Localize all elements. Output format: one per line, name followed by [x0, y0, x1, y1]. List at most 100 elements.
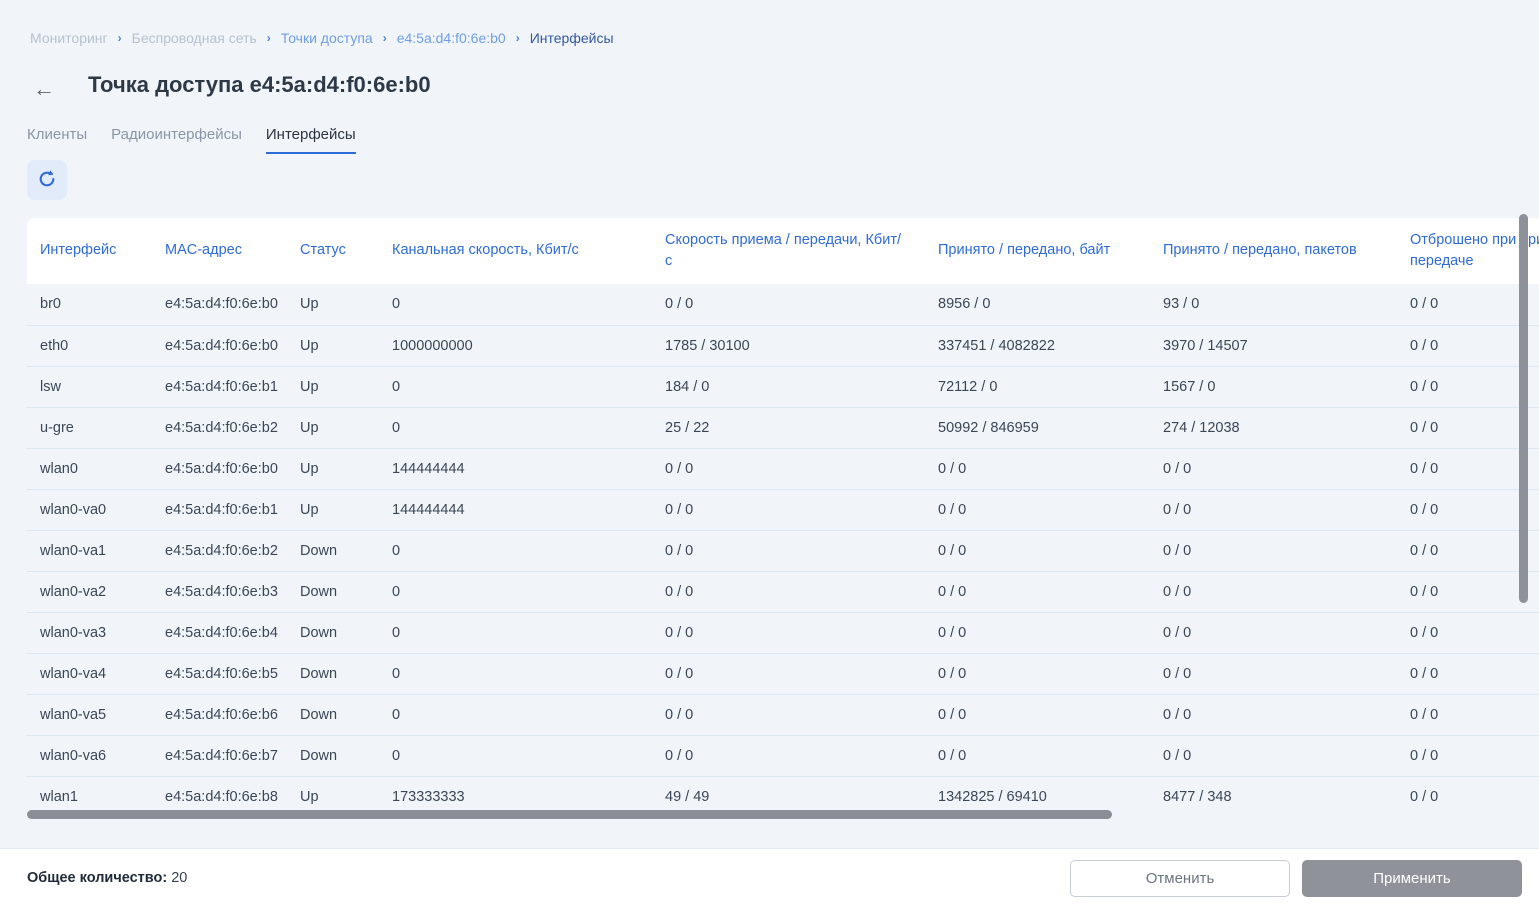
table-cell: 0 / 0 — [925, 571, 1150, 613]
table-cell: br0 — [27, 284, 152, 326]
tab-bar: Клиенты Радиоинтерфейсы Интерфейсы — [27, 126, 356, 154]
breadcrumb-item-access-point-mac[interactable]: e4:5a:d4:f0:6e:b0 — [397, 30, 506, 46]
table-cell: 173333333 — [379, 776, 652, 814]
table-cell: e4:5a:d4:f0:6e:b1 — [152, 489, 287, 531]
apply-button[interactable]: Применить — [1302, 859, 1522, 897]
table-cell: Up — [287, 407, 379, 449]
tab-interfaces[interactable]: Интерфейсы — [265, 126, 356, 154]
table-cell: e4:5a:d4:f0:6e:b7 — [152, 735, 287, 777]
table-cell: 0 / 0 — [1150, 653, 1397, 695]
table-cell: 0 / 0 — [1150, 694, 1397, 736]
table-cell: 0 / 0 — [652, 489, 925, 531]
table-cell: e4:5a:d4:f0:6e:b0 — [152, 325, 287, 367]
table-cell: lsw — [27, 366, 152, 408]
table-cell: 0 / 0 — [925, 530, 1150, 572]
table-cell: 0 / 0 — [1397, 366, 1539, 408]
table-cell: u-gre — [27, 407, 152, 449]
table-cell: 8477 / 348 — [1150, 776, 1397, 814]
table-cell: 0 / 0 — [1397, 489, 1539, 531]
table-cell: 0 / 0 — [925, 653, 1150, 695]
table-cell: 1342825 / 69410 — [925, 776, 1150, 814]
tab-clients[interactable]: Клиенты — [27, 126, 87, 154]
table-cell: 0 — [379, 284, 652, 326]
chevron-right-icon: › — [515, 31, 520, 45]
table-cell: Up — [287, 448, 379, 490]
table-cell: e4:5a:d4:f0:6e:b3 — [152, 571, 287, 613]
table-cell: 0 / 0 — [1397, 571, 1539, 613]
table-cell: 0 — [379, 653, 652, 695]
table-cell: Up — [287, 776, 379, 814]
table-cell: 0 / 0 — [925, 448, 1150, 490]
table-cell: Down — [287, 735, 379, 777]
table-cell: 0 / 0 — [652, 284, 925, 326]
vertical-scrollbar[interactable] — [1519, 214, 1528, 603]
table-cell: Down — [287, 612, 379, 654]
refresh-icon — [37, 169, 57, 192]
table-cell: 50992 / 846959 — [925, 407, 1150, 449]
table-cell: 0 / 0 — [1397, 530, 1539, 572]
table-header-row: Интерфейс MAC-адрес Статус Канальная скорос… — [27, 218, 1539, 284]
table-cell: 3970 / 14507 — [1150, 325, 1397, 367]
table-cell: 0 — [379, 612, 652, 654]
table-cell: 0 / 0 — [925, 489, 1150, 531]
table-cell: wlan0-va2 — [27, 571, 152, 613]
table-cell: 0 / 0 — [652, 448, 925, 490]
table-cell: Up — [287, 284, 379, 326]
table-cell: Down — [287, 571, 379, 613]
table-cell: Down — [287, 694, 379, 736]
page-title: Точка доступа e4:5a:d4:f0:6e:b0 — [88, 72, 431, 97]
table-row: wlan0-va5 e4:5a:d4:f0:6e:b6 Down 0 0 / 00 / … — [27, 694, 1539, 736]
breadcrumb-item-access-points[interactable]: Точки доступа — [281, 30, 373, 46]
column-header: Принято / передано, пакетов — [1150, 218, 1397, 284]
table-cell: e4:5a:d4:f0:6e:b5 — [152, 653, 287, 695]
cancel-button[interactable]: Отменить — [1070, 859, 1290, 897]
horizontal-scrollbar[interactable] — [27, 810, 1112, 819]
table-cell: 0 / 0 — [1397, 694, 1539, 736]
table-cell: e4:5a:d4:f0:6e:b4 — [152, 612, 287, 654]
breadcrumb-item-interfaces: Интерфейсы — [529, 30, 614, 46]
table-row: eth0 e4:5a:d4:f0:6e:b0 Up 1000000000 1785 / … — [27, 325, 1539, 367]
table-cell: e4:5a:d4:f0:6e:b1 — [152, 366, 287, 408]
table-cell: 93 / 0 — [1150, 284, 1397, 326]
table-cell: Up — [287, 325, 379, 367]
table-cell: 0 — [379, 735, 652, 777]
column-header: Интерфейс — [27, 218, 152, 284]
table-cell: Up — [287, 366, 379, 408]
table-cell: 0 / 0 — [1397, 325, 1539, 367]
table-cell: 72112 / 0 — [925, 366, 1150, 408]
total-count-label: Общее количество: — [27, 870, 168, 886]
table-cell: 0 / 0 — [1150, 530, 1397, 572]
table-cell: e4:5a:d4:f0:6e:b0 — [152, 284, 287, 326]
table-row: wlan0 e4:5a:d4:f0:6e:b0 Up 144444444 0 / 00 … — [27, 448, 1539, 490]
table-cell: 0 — [379, 571, 652, 613]
table-row: wlan0-va2 e4:5a:d4:f0:6e:b3 Down 0 0 / 00 / … — [27, 571, 1539, 613]
column-header: Отброшено при приеме / передаче — [1397, 218, 1539, 284]
table-cell: 0 / 0 — [925, 735, 1150, 777]
table-cell: 0 / 0 — [1397, 653, 1539, 695]
column-header: Статус — [287, 218, 379, 284]
table-row: wlan0-va3 e4:5a:d4:f0:6e:b4 Down 0 0 / 00 / … — [27, 612, 1539, 654]
table-cell: 0 / 0 — [1150, 571, 1397, 613]
chevron-right-icon: › — [382, 31, 387, 45]
tab-radio-interfaces[interactable]: Радиоинтерфейсы — [111, 126, 242, 154]
refresh-button[interactable] — [27, 160, 67, 200]
chevron-right-icon: › — [117, 31, 122, 45]
back-button[interactable]: ← — [31, 76, 57, 102]
column-header: Принято / передано, байт — [925, 218, 1150, 284]
table-cell: 0 / 0 — [652, 694, 925, 736]
table-cell: 0 / 0 — [925, 694, 1150, 736]
table-cell: wlan0-va6 — [27, 735, 152, 777]
table-cell: 0 — [379, 530, 652, 572]
table-cell: 0 — [379, 407, 652, 449]
table-cell: 0 / 0 — [1150, 612, 1397, 654]
table-cell: 0 / 0 — [1150, 735, 1397, 777]
arrow-left-icon: ← — [33, 76, 55, 101]
chevron-right-icon: › — [266, 31, 271, 45]
table-cell: 0 / 0 — [652, 571, 925, 613]
table-cell: wlan0-va3 — [27, 612, 152, 654]
table-cell: 1567 / 0 — [1150, 366, 1397, 408]
table-cell: 49 / 49 — [652, 776, 925, 814]
table-cell: 1000000000 — [379, 325, 652, 367]
interfaces-table: Интерфейс MAC-адрес Статус Канальная скорос… — [27, 218, 1539, 814]
table-cell: 0 / 0 — [1397, 284, 1539, 326]
